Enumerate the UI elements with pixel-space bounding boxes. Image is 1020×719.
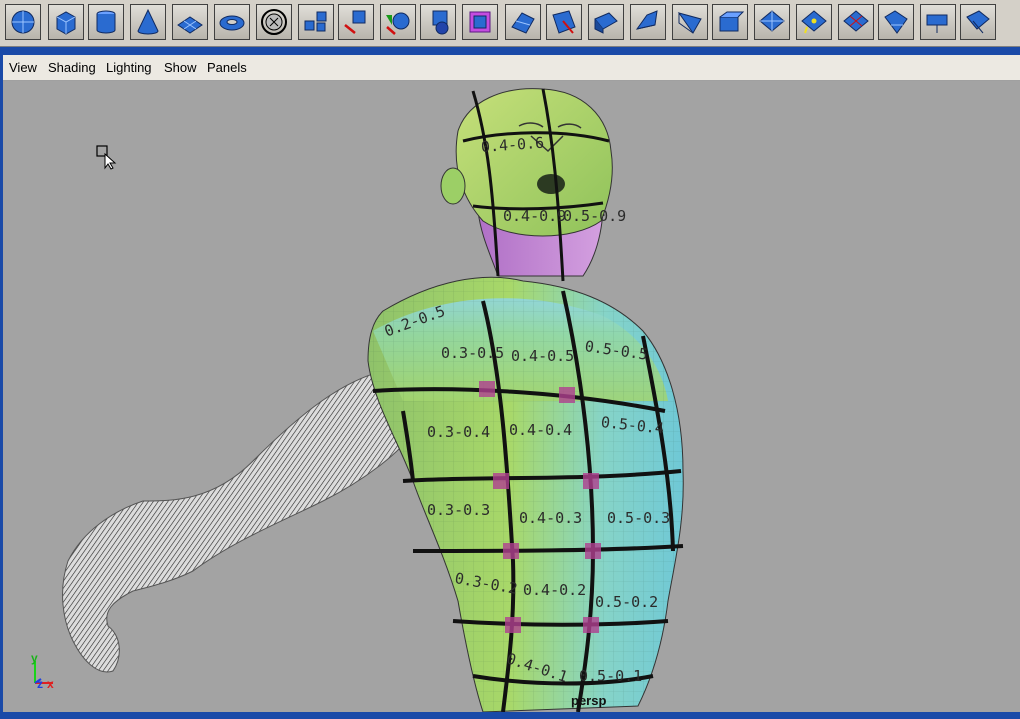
subdivide-icon[interactable] [838, 4, 874, 40]
uv-label: 0.5-0.9 [563, 207, 627, 225]
bridge-icon[interactable] [588, 4, 624, 40]
polygon-sphere-icon[interactable] [5, 4, 41, 40]
uv-label: 0.3-0.5 [441, 344, 505, 362]
menu-view[interactable]: View [9, 60, 37, 75]
polygon-torus-icon[interactable] [214, 4, 250, 40]
wireframe-arm [62, 370, 414, 673]
axis-z-label: z [37, 677, 43, 691]
panel-border [0, 47, 1020, 55]
cut-faces-icon[interactable] [796, 4, 832, 40]
bevel-icon[interactable] [462, 4, 498, 40]
viewport-frame-bottom [0, 712, 1020, 719]
wedge-icon[interactable] [672, 4, 708, 40]
uv-label: 0.4-0.9 [503, 207, 567, 225]
merge-icon[interactable] [878, 4, 914, 40]
axis-gizmo: y z x [27, 651, 67, 695]
polygon-cube-icon[interactable] [48, 4, 84, 40]
uv-label: 0.5-0.1 [579, 667, 643, 685]
menu-show[interactable]: Show [164, 60, 197, 75]
panel-menubar: View Shading Lighting Show Panels [3, 55, 1020, 81]
mouth [537, 174, 565, 194]
split-polygon-icon[interactable] [630, 4, 666, 40]
polygon-cylinder-icon[interactable] [88, 4, 124, 40]
camera-name-label: persp [571, 693, 607, 708]
extrude-edge-icon[interactable] [546, 4, 582, 40]
uv-label: 0.5-0.2 [595, 593, 659, 611]
selection-cursor-icon [96, 145, 117, 170]
perspective-viewport[interactable]: 0.4-0.6 0.4-0.9 0.5-0.9 0.2-0.5 0.3-0.5 … [3, 81, 1020, 712]
menu-lighting[interactable]: Lighting [106, 60, 152, 75]
uv-label: 0.3-0.4 [427, 423, 491, 441]
menu-shading[interactable]: Shading [48, 60, 96, 75]
axis-x-label: x [47, 677, 54, 691]
uv-label: 0.3-0.3 [427, 501, 491, 519]
polygon-plane-icon[interactable] [172, 4, 208, 40]
uv-label: 0.4-0.3 [519, 509, 583, 527]
menu-panels[interactable]: Panels [207, 60, 247, 75]
extrude-face-icon[interactable] [505, 4, 541, 40]
poke-icon[interactable] [754, 4, 790, 40]
smooth-icon[interactable] [420, 4, 456, 40]
uv-label: 0.4-0.5 [511, 347, 575, 365]
triangulate-icon[interactable] [960, 4, 996, 40]
combine-icon[interactable] [298, 4, 334, 40]
axis-y-label: y [31, 651, 38, 665]
uv-label: 0.4-0.2 [523, 581, 587, 599]
duplicate-face-icon[interactable] [712, 4, 748, 40]
circle-select-icon[interactable] [256, 4, 292, 40]
collapse-icon[interactable] [920, 4, 956, 40]
uv-label: 0.5-0.3 [607, 509, 671, 527]
scene-canvas [62, 88, 684, 712]
separate-icon[interactable] [338, 4, 374, 40]
uv-label: 0.4-0.4 [509, 421, 573, 439]
ear-mesh [440, 167, 466, 205]
extract-icon[interactable] [380, 4, 416, 40]
polygon-cone-icon[interactable] [130, 4, 166, 40]
shelf-toolbar [0, 0, 1020, 47]
